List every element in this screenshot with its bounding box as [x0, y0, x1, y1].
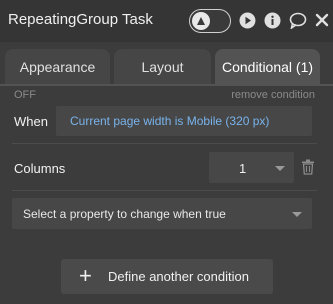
- trash-icon[interactable]: [301, 159, 315, 180]
- define-condition-label: Define another condition: [108, 269, 249, 284]
- preview-toggle[interactable]: [189, 9, 231, 33]
- columns-value-dropdown[interactable]: 1: [209, 152, 294, 183]
- panel-title: RepeatingGroup Task: [8, 11, 153, 28]
- when-label: When: [14, 114, 48, 129]
- tab-conditional[interactable]: Conditional (1): [215, 49, 320, 85]
- tab-appearance[interactable]: Appearance: [5, 49, 110, 85]
- chevron-down-icon: [292, 212, 302, 217]
- tab-layout[interactable]: Layout: [114, 49, 211, 85]
- play-icon[interactable]: [239, 12, 256, 34]
- toggle-icon: [197, 17, 205, 25]
- define-condition-button[interactable]: + Define another condition: [61, 259, 273, 294]
- when-expression-field[interactable]: Current page width is Mobile (320 px): [56, 106, 312, 136]
- chevron-down-icon: [275, 166, 285, 171]
- divider: [12, 143, 317, 144]
- toggle-knob: [192, 12, 210, 30]
- columns-property-label: Columns: [14, 161, 66, 176]
- tab-bar: Appearance Layout Conditional (1): [0, 42, 333, 86]
- tab-underline: [0, 84, 333, 86]
- close-icon[interactable]: [315, 12, 329, 34]
- info-icon[interactable]: [264, 12, 281, 34]
- property-select-dropdown[interactable]: Select a property to change when true: [12, 198, 312, 229]
- divider: [12, 190, 317, 191]
- remove-condition-link[interactable]: remove condition: [231, 89, 315, 101]
- columns-value: 1: [239, 161, 247, 176]
- comment-icon[interactable]: [289, 12, 307, 34]
- plus-icon: +: [79, 263, 92, 288]
- condition-status[interactable]: OFF: [14, 89, 36, 101]
- panel-header: RepeatingGroup Task: [0, 0, 333, 42]
- property-select-placeholder: Select a property to change when true: [23, 207, 226, 221]
